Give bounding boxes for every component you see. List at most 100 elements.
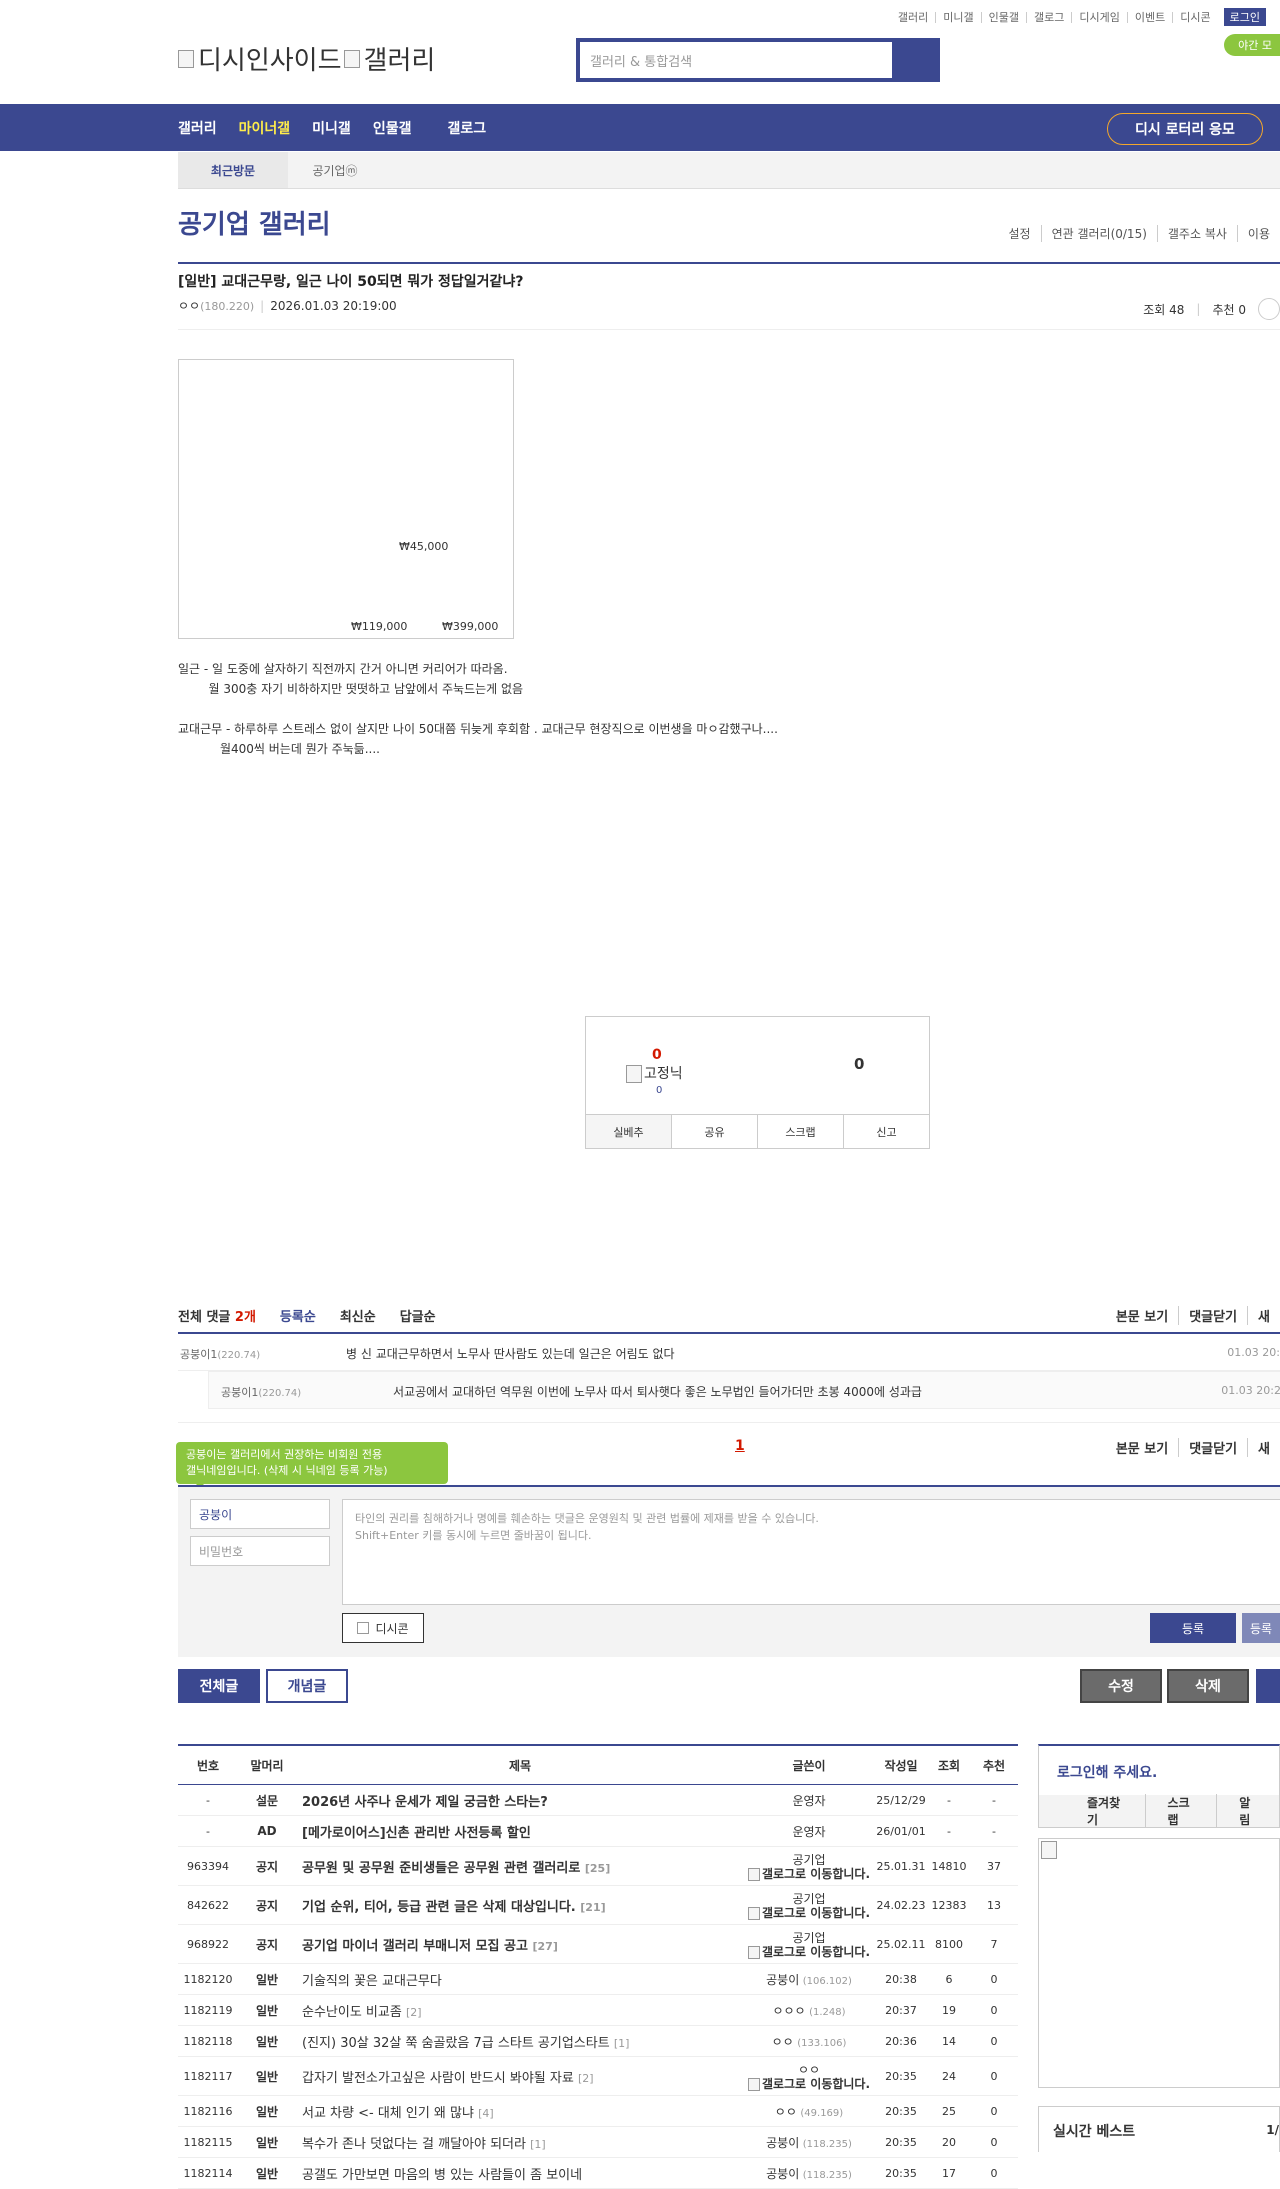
table-row[interactable]: 1182119 일반 순수난이도 비교좀 [2] ㅇㅇㅇ (1.248) 20:37 19…	[178, 1994, 1018, 2026]
related-galleries[interactable]: 연관 갤러리(0/15)	[1040, 225, 1157, 242]
writer-name[interactable]: ㅇㅇㅇ	[772, 2004, 805, 2018]
util-link-mini[interactable]: 미니갤	[935, 11, 980, 23]
nav-gallog[interactable]: 갤로그	[447, 118, 486, 138]
login-prompt[interactable]: 로그인해 주세요.	[1057, 1762, 1157, 1782]
submit-comment-button[interactable]: 등록	[1150, 1613, 1236, 1643]
gallery-usage[interactable]: 이용	[1236, 225, 1280, 242]
delete-button[interactable]: 삭제	[1167, 1669, 1249, 1703]
util-link-event[interactable]: 이벤트	[1126, 11, 1172, 23]
write-button[interactable]	[1256, 1669, 1280, 1703]
search-input[interactable]: 갤러리 & 통합검색	[580, 42, 892, 78]
post-link[interactable]: 공무원 및 공무원 준비생들은 공무원 관련 갤러리로	[302, 1861, 580, 1876]
post-title-cell[interactable]: 복수가 존나 덧없다는 걸 깨달아야 되더라 [1]	[296, 2126, 744, 2158]
lottery-button[interactable]: 디시 로터리 응모	[1107, 113, 1263, 145]
nav-gallery[interactable]: 갤러리	[178, 118, 217, 138]
refresh-button[interactable]: 새	[1247, 1438, 1280, 1457]
post-title-cell[interactable]: 기술직의 꽃은 교대근무다	[296, 1963, 744, 1995]
report-button[interactable]: 신고	[843, 1115, 929, 1148]
post-link[interactable]: 공기업 마이너 갤러리 부매니저 모집 공고	[302, 1939, 528, 1954]
reply-count[interactable]: [2]	[406, 2006, 422, 2019]
post-link[interactable]: 기업 순위, 티어, 등급 관련 글은 삭제 대상입니다.	[302, 1900, 576, 1915]
reply-count[interactable]: [2]	[578, 2072, 594, 2085]
submit-recommend-button[interactable]: 등록	[1242, 1613, 1280, 1643]
post-image[interactable]: ₩45,000 ₩119,000 ₩399,000	[178, 359, 514, 639]
writer-name[interactable]: 운영자	[792, 1794, 825, 1808]
table-row[interactable]: 1182118 일반 (진지) 30살 32살 쭉 숨골랐음 7급 스타트 공기업스…	[178, 2025, 1018, 2057]
login-button[interactable]: 로그인	[1223, 8, 1266, 26]
post-link[interactable]: 갑자기 발전소가고싶은 사람이 반드시 봐야될 자료	[302, 2071, 574, 2086]
password-input[interactable]: 비밀번호	[190, 1536, 330, 1566]
table-row[interactable]: 842622 공지 기업 순위, 티어, 등급 관련 글은 삭제 대상입니다. [2…	[178, 1885, 1018, 1925]
reply-count[interactable]: [25]	[585, 1862, 610, 1875]
close-comments-button[interactable]: 댓글닫기	[1178, 1438, 1247, 1457]
reply-count[interactable]: [21]	[580, 1901, 605, 1914]
writer-name[interactable]: 공기업	[745, 1851, 873, 1868]
post-title-cell[interactable]: (진지) 30살 32살 쭉 숨골랐음 7급 스타트 공기업스타트 [1]	[296, 2025, 744, 2057]
post-author[interactable]: ㅇㅇ	[178, 299, 200, 313]
realtime-best-page[interactable]: 1/	[1266, 2123, 1279, 2137]
util-link-dccon[interactable]: 디시콘	[1172, 11, 1217, 23]
comment-nick[interactable]: 공붕이1(220.74)	[221, 1384, 301, 1400]
refresh-button[interactable]: 새	[1247, 1306, 1280, 1325]
util-link-gallery[interactable]: 갤러리	[891, 12, 935, 23]
view-body-button[interactable]: 본문 보기	[1106, 1438, 1178, 1457]
writer-name[interactable]: 공붕이	[766, 2167, 799, 2181]
close-comments-button[interactable]: 댓글닫기	[1178, 1306, 1247, 1325]
gallery-title[interactable]: 공기업 갤러리	[178, 204, 331, 241]
post-link[interactable]: 2026년 사주나 운세가 제일 궁금한 스타는?	[302, 1795, 548, 1810]
post-link[interactable]: 기술직의 꽃은 교대근무다	[302, 1974, 442, 1989]
post-title-cell[interactable]: 공무원 및 공무원 준비생들은 공무원 관련 갤러리로 [25]	[296, 1846, 744, 1886]
gallog-link[interactable]: 갤로그로 이동합니다.	[745, 1868, 873, 1881]
copy-address[interactable]: 갤주소 복사	[1156, 225, 1237, 242]
post-link[interactable]: (진지) 30살 32살 쭉 숨골랐음 7급 스타트 공기업스타트	[302, 2036, 610, 2051]
post-link[interactable]: 복수가 존나 덧없다는 걸 깨달아야 되더라	[302, 2137, 526, 2152]
writer-name[interactable]: 운영자	[792, 1825, 825, 1839]
sort-replies[interactable]: 답글순	[400, 1306, 436, 1325]
nav-mini-gallery[interactable]: 미니갤	[312, 118, 351, 138]
util-link-person[interactable]: 인물갤	[980, 11, 1026, 23]
upvote-count[interactable]: 0	[652, 1047, 662, 1063]
nav-person-gallery[interactable]: 인물갤	[373, 118, 412, 138]
post-link[interactable]: [메가로이어스]신촌 관리반 사전등록 할인	[302, 1826, 531, 1841]
writer-name[interactable]: ㅇㅇ	[772, 2035, 794, 2049]
writer-name[interactable]: 공기업	[745, 1890, 873, 1907]
reply-count[interactable]: [1]	[530, 2138, 546, 2151]
gallog-link[interactable]: 갤로그로 이동합니다.	[745, 2078, 873, 2091]
table-row[interactable]: 1182115 일반 복수가 존나 덧없다는 걸 깨달아야 되더라 [1] 공붕이 (…	[178, 2126, 1018, 2158]
post-link[interactable]: 공갤도 가만보면 마음의 병 있는 사람들이 좀 보이네	[302, 2168, 582, 2183]
gallery-settings[interactable]: 설정	[998, 225, 1040, 242]
gallog-link[interactable]: 갤로그로 이동합니다.	[745, 1946, 873, 1959]
table-row[interactable]: 1182120 일반 기술직의 꽃은 교대근무다 공붕이 (106.102) 20:3…	[178, 1963, 1018, 1995]
writer-name[interactable]: 공붕이	[766, 1973, 799, 1987]
edit-button[interactable]: 수정	[1080, 1669, 1162, 1703]
table-row[interactable]: 1182116 일반 서교 차량 <- 대체 인기 왜 많냐 [4] ㅇㅇ (49.1…	[178, 2095, 1018, 2127]
post-title-cell[interactable]: 공기업 마이너 갤러리 부매니저 모집 공고 [27]	[296, 1924, 744, 1964]
util-link-gallog[interactable]: 갤로그	[1026, 11, 1071, 23]
scrap-button[interactable]: 스크랩	[757, 1115, 843, 1148]
util-link-game[interactable]: 디시게임	[1071, 11, 1126, 23]
reply-count[interactable]: [4]	[478, 2107, 494, 2120]
share-icon[interactable]	[1258, 298, 1280, 320]
site-logo[interactable]: 디시인사이드 갤러리	[178, 40, 435, 77]
writer-name[interactable]: 공기업	[745, 1929, 873, 1946]
sort-latest[interactable]: 최신순	[340, 1306, 376, 1325]
search-button[interactable]	[892, 42, 936, 78]
recent-visit-item[interactable]: 공기업ⓜ	[290, 152, 380, 188]
post-title-cell[interactable]: 갑자기 발전소가고싶은 사람이 반드시 봐야될 자료 [2]	[296, 2056, 744, 2096]
writer-name[interactable]: ㅇㅇ	[745, 2061, 873, 2078]
table-row[interactable]: 1182117 일반 갑자기 발전소가고싶은 사람이 반드시 봐야될 자료 [2] ㅇ…	[178, 2056, 1018, 2096]
comment-textarea[interactable]: 타인의 권리를 침해하거나 명예를 훼손하는 댓글은 운영원칙 및 관련 법률에…	[342, 1499, 1280, 1605]
comment-nick[interactable]: 공붕이1(220.74)	[180, 1346, 260, 1362]
table-row[interactable]: 1182114 일반 공갤도 가만보면 마음의 병 있는 사람들이 좀 보이네 공붕…	[178, 2157, 1018, 2189]
table-row[interactable]: - AD [메가로이어스]신촌 관리반 사전등록 할인 운영자 26/01/01- -	[178, 1815, 1018, 1847]
post-title-cell[interactable]: 서교 차량 <- 대체 인기 왜 많냐 [4]	[296, 2095, 744, 2127]
post-title-cell[interactable]: 2026년 사주나 운세가 제일 궁금한 스타는?	[296, 1784, 744, 1816]
writer-name[interactable]: ㅇㅇ	[775, 2105, 797, 2119]
table-row[interactable]: 968922 공지 공기업 마이너 갤러리 부매니저 모집 공고 [27] 공기업 갤로…	[178, 1924, 1018, 1964]
post-title-cell[interactable]: 공갤도 가만보면 마음의 병 있는 사람들이 좀 보이네	[296, 2157, 744, 2189]
notification-link[interactable]: 알림	[1216, 1794, 1279, 1828]
view-body-button[interactable]: 본문 보기	[1106, 1306, 1178, 1325]
best-recommend-button[interactable]: 실베추	[586, 1115, 671, 1148]
favorites-link[interactable]: 즐겨찾기	[1039, 1794, 1145, 1828]
post-link[interactable]: 순수난이도 비교좀	[302, 2005, 402, 2020]
